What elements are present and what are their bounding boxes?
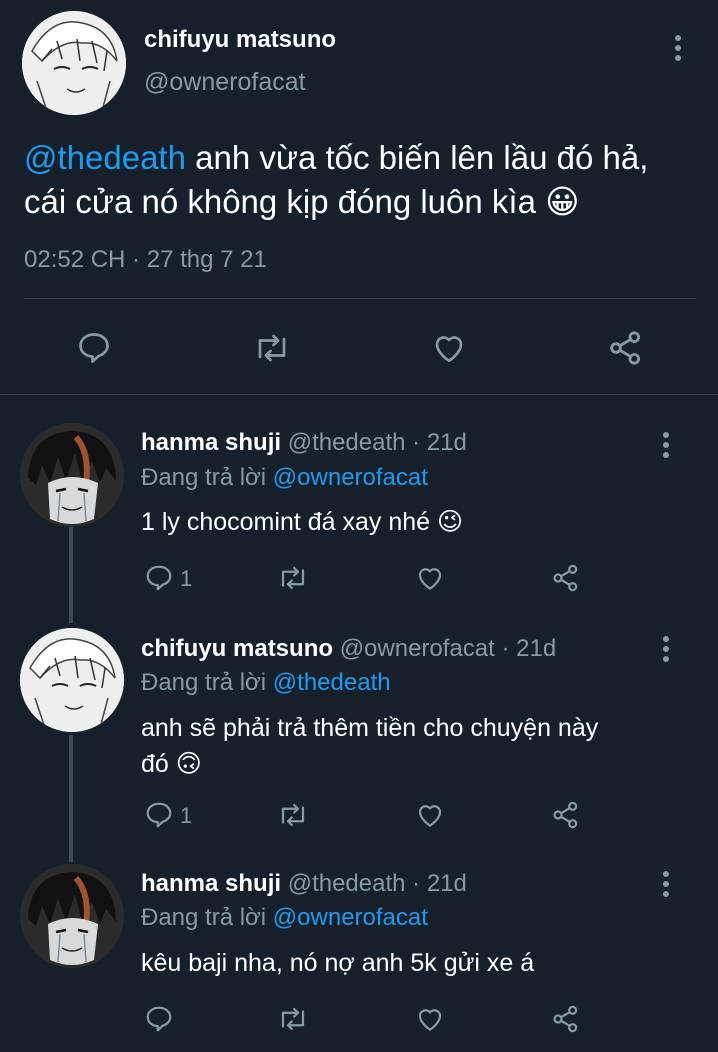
more-icon[interactable] bbox=[660, 635, 672, 663]
retweet-icon[interactable] bbox=[276, 800, 310, 830]
tweet-timestamp[interactable]: 02:52 CH · 27 thg 7 21 bbox=[24, 246, 267, 274]
share-icon[interactable] bbox=[550, 562, 582, 594]
reply-text-line2: đó bbox=[141, 750, 169, 778]
upside-down-emoji: 🙃 bbox=[175, 750, 202, 778]
reply-icon[interactable] bbox=[76, 330, 112, 366]
reply-count: 1 bbox=[180, 803, 193, 828]
handle-and-time[interactable]: @thedeath · 21d bbox=[288, 870, 467, 897]
replying-to: Đang trả lời @thedeath bbox=[141, 669, 391, 697]
reply-icon[interactable] bbox=[144, 563, 174, 593]
replying-prefix: Đang trả lời bbox=[141, 669, 267, 696]
display-name[interactable]: hanma shuji bbox=[141, 870, 281, 897]
reply-icon[interactable] bbox=[144, 1004, 174, 1034]
tweet-text-line2: cái cửa nó không kịp đóng luôn kìa bbox=[24, 183, 536, 220]
mention-link[interactable]: @thedeath bbox=[24, 139, 186, 176]
replying-to-link[interactable]: @ownerofacat bbox=[273, 904, 428, 931]
replying-to: Đang trả lời @ownerofacat bbox=[141, 904, 428, 932]
reply-text: anh sẽ phải trả thêm tiền cho chuyện này… bbox=[141, 710, 598, 782]
like-icon[interactable] bbox=[414, 563, 446, 593]
reply-header: chifuyu matsuno @ownerofacat · 21d bbox=[141, 635, 556, 663]
handle[interactable]: @ownerofacat bbox=[144, 68, 306, 97]
like-icon[interactable] bbox=[414, 1004, 446, 1034]
thread-line bbox=[69, 735, 73, 862]
avatar[interactable] bbox=[20, 628, 124, 732]
more-icon[interactable] bbox=[660, 870, 672, 898]
avatar[interactable] bbox=[20, 423, 124, 527]
avatar[interactable] bbox=[22, 11, 126, 115]
avatar[interactable] bbox=[20, 864, 124, 968]
reply-header: hanma shuji @thedeath · 21d bbox=[141, 870, 467, 898]
handle-and-time[interactable]: @thedeath · 21d bbox=[288, 429, 467, 456]
tweet-text: @thedeath anh vừa tốc biến lên lầu đó hả… bbox=[24, 136, 704, 224]
reply-header: hanma shuji @thedeath · 21d bbox=[141, 429, 467, 457]
reply-icon[interactable] bbox=[144, 800, 174, 830]
reply-text: kêu baji nha, nó nợ anh 5k gửi xe á bbox=[141, 949, 535, 977]
like-icon[interactable] bbox=[414, 800, 446, 830]
thread-line bbox=[69, 527, 73, 623]
display-name[interactable]: hanma shuji bbox=[141, 429, 281, 456]
retweet-icon[interactable] bbox=[252, 330, 292, 366]
reply-text: 1 ly chocomint đá xay nhé 😉 bbox=[141, 507, 463, 537]
divider bbox=[24, 298, 696, 299]
reply-text-line1: anh sẽ phải trả thêm tiền cho chuyện này bbox=[141, 714, 599, 742]
grinning-emoji: 😀 bbox=[545, 183, 580, 220]
replying-to: Đang trả lời @ownerofacat bbox=[141, 464, 428, 492]
share-icon[interactable] bbox=[550, 1003, 582, 1035]
reply-count: 1 bbox=[180, 566, 193, 591]
replying-to-link[interactable]: @thedeath bbox=[273, 669, 391, 696]
more-icon[interactable] bbox=[672, 34, 684, 62]
retweet-icon[interactable] bbox=[276, 1004, 310, 1034]
replying-prefix: Đang trả lời bbox=[141, 904, 267, 931]
section-divider bbox=[0, 394, 718, 395]
display-name[interactable]: chifuyu matsuno bbox=[141, 635, 333, 662]
share-icon[interactable] bbox=[550, 799, 582, 831]
like-icon[interactable] bbox=[430, 330, 468, 366]
reply-text-content: 1 ly chocomint đá xay nhé bbox=[141, 508, 431, 536]
display-name[interactable]: chifuyu matsuno bbox=[144, 26, 336, 54]
more-icon[interactable] bbox=[660, 431, 672, 459]
replying-prefix: Đang trả lời bbox=[141, 464, 267, 491]
handle-and-time[interactable]: @ownerofacat · 21d bbox=[340, 635, 556, 662]
tweet-text-line1: anh vừa tốc biến lên lầu đó hả, bbox=[195, 139, 649, 176]
winking-emoji: 😉 bbox=[437, 508, 464, 536]
retweet-icon[interactable] bbox=[276, 563, 310, 593]
replying-to-link[interactable]: @ownerofacat bbox=[273, 464, 428, 491]
share-icon[interactable] bbox=[606, 328, 646, 368]
